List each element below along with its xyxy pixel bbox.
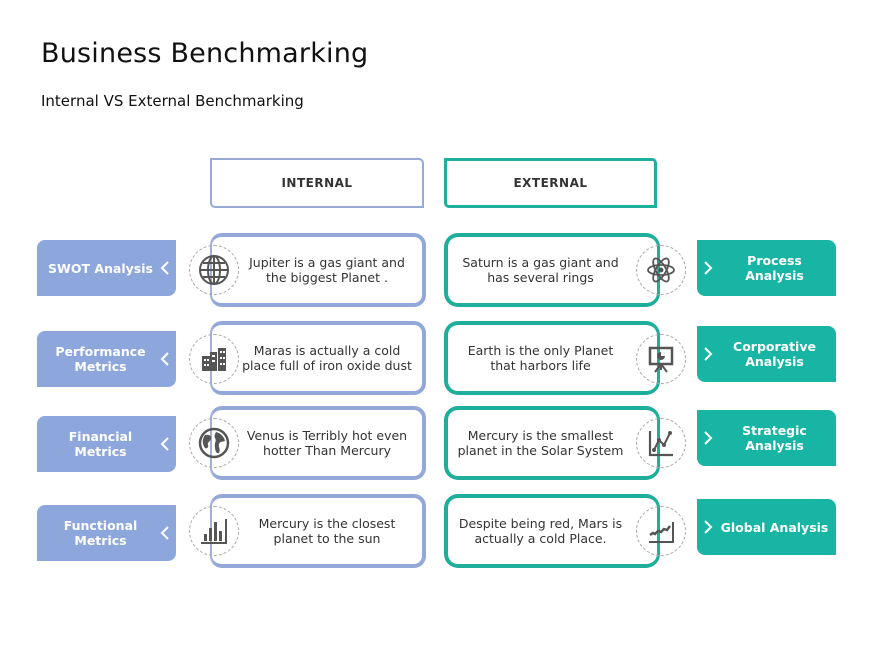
label-text: Corporative Analysis [733, 339, 816, 369]
buildings-icon [202, 348, 226, 371]
line-chart-icon-circle [636, 418, 686, 468]
atom-icon [647, 257, 675, 283]
internal-label-swot-analysis: SWOT Analysis [37, 240, 176, 296]
card-text: Mercury is the closest planet to the sun [258, 516, 396, 546]
trend-chart-icon [649, 522, 674, 543]
line-chart-icon [648, 431, 673, 457]
card-text: Earth is the only Planet that harbors li… [467, 343, 614, 373]
external-label-process-analysis: Process Analysis [697, 240, 836, 296]
chevron-right-icon [697, 519, 719, 535]
internal-card: Jupiter is a gas giant and the biggest P… [210, 233, 426, 307]
chevron-left-icon [154, 436, 176, 452]
chevron-right-icon [697, 430, 719, 446]
chevron-left-icon [154, 525, 176, 541]
trend-chart-icon-circle [636, 506, 686, 556]
earth-icon-circle [189, 418, 239, 468]
card-text: Jupiter is a gas giant and the biggest P… [249, 255, 405, 285]
internal-label-performance-metrics: Performance Metrics [37, 331, 176, 387]
bar-chart-icon [201, 519, 227, 544]
label-text: Global Analysis [720, 519, 829, 535]
atom-icon-circle [636, 245, 686, 295]
chevron-right-icon [697, 260, 719, 276]
buildings-icon-circle [189, 334, 239, 384]
card-text: Mercury is the smallest planet in the So… [457, 428, 624, 458]
chevron-left-icon [154, 260, 176, 276]
presentation-board-icon [648, 346, 674, 373]
card-text: Maras is actually a cold place full of i… [242, 343, 412, 373]
internal-column-header: INTERNAL [210, 158, 424, 208]
internal-card: Venus is Terribly hot even hotter Than M… [210, 406, 426, 480]
label-text: SWOT Analysis [48, 260, 153, 276]
label-text: Strategic Analysis [742, 423, 807, 453]
external-card: Mercury is the smallest planet in the So… [444, 406, 660, 480]
external-label-strategic-analysis: Strategic Analysis [697, 410, 836, 466]
external-card: Earth is the only Planet that harbors li… [444, 321, 660, 395]
page-subtitle: Internal VS External Benchmarking [41, 92, 304, 110]
label-text: Process Analysis [745, 253, 804, 283]
external-label-global-analysis: Global Analysis [697, 499, 836, 555]
chevron-left-icon [154, 351, 176, 367]
label-text: Financial Metrics [68, 429, 133, 459]
internal-card: Mercury is the closest planet to the sun [210, 494, 426, 568]
internal-label-functional-metrics: Functional Metrics [37, 505, 176, 561]
card-text: Despite being red, Mars is actually a co… [458, 516, 623, 546]
label-text: Functional Metrics [63, 518, 138, 548]
external-column-header: EXTERNAL [444, 158, 657, 208]
internal-card: Maras is actually a cold place full of i… [210, 321, 426, 395]
external-label-corporative-analysis: Corporative Analysis [697, 326, 836, 382]
globe-icon [199, 255, 229, 285]
bar-chart-icon-circle [189, 506, 239, 556]
label-text: Performance Metrics [55, 344, 146, 374]
external-card: Despite being red, Mars is actually a co… [444, 494, 660, 568]
presentation-board-icon-circle [636, 334, 686, 384]
internal-label-financial-metrics: Financial Metrics [37, 416, 176, 472]
card-text: Venus is Terribly hot even hotter Than M… [246, 428, 408, 458]
chevron-right-icon [697, 346, 719, 362]
page-title: Business Benchmarking [41, 38, 369, 69]
earth-icon [198, 427, 230, 459]
external-card: Saturn is a gas giant and has several ri… [444, 233, 660, 307]
globe-icon-circle [189, 245, 239, 295]
card-text: Saturn is a gas giant and has several ri… [462, 255, 619, 285]
